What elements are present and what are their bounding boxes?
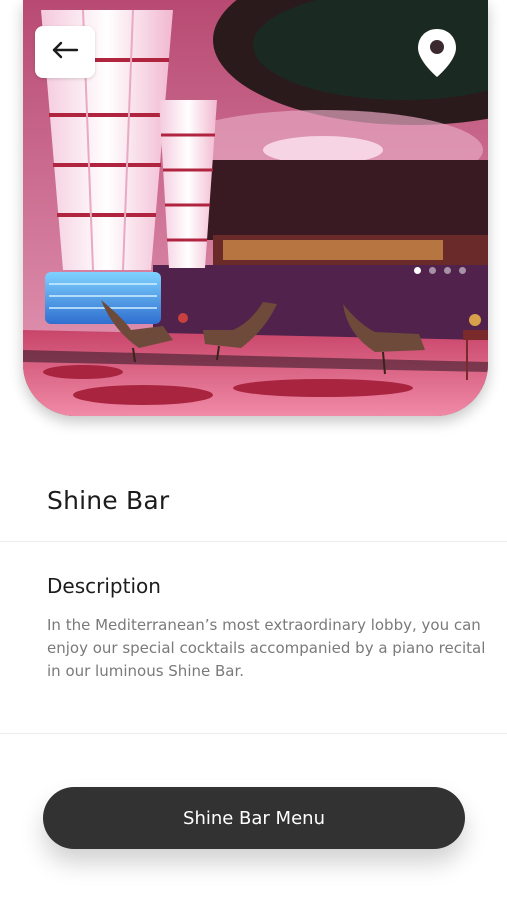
menu-button-label: Shine Bar Menu [183,807,325,829]
map-pin-icon [417,28,457,82]
divider [0,733,507,734]
carousel-dot[interactable] [444,267,451,274]
location-button[interactable] [416,28,458,80]
description-text: In the Mediterranean’s most extraordinar… [47,616,486,680]
divider [0,541,507,542]
carousel-dot[interactable] [414,267,421,274]
arrow-left-icon [51,41,79,63]
venue-title: Shine Bar [47,486,170,515]
menu-button[interactable]: Shine Bar Menu [43,787,465,849]
description-heading: Description [47,574,161,598]
carousel-indicator [414,267,466,274]
carousel-dot[interactable] [459,267,466,274]
back-button[interactable] [35,26,95,78]
carousel-dot[interactable] [429,267,436,274]
